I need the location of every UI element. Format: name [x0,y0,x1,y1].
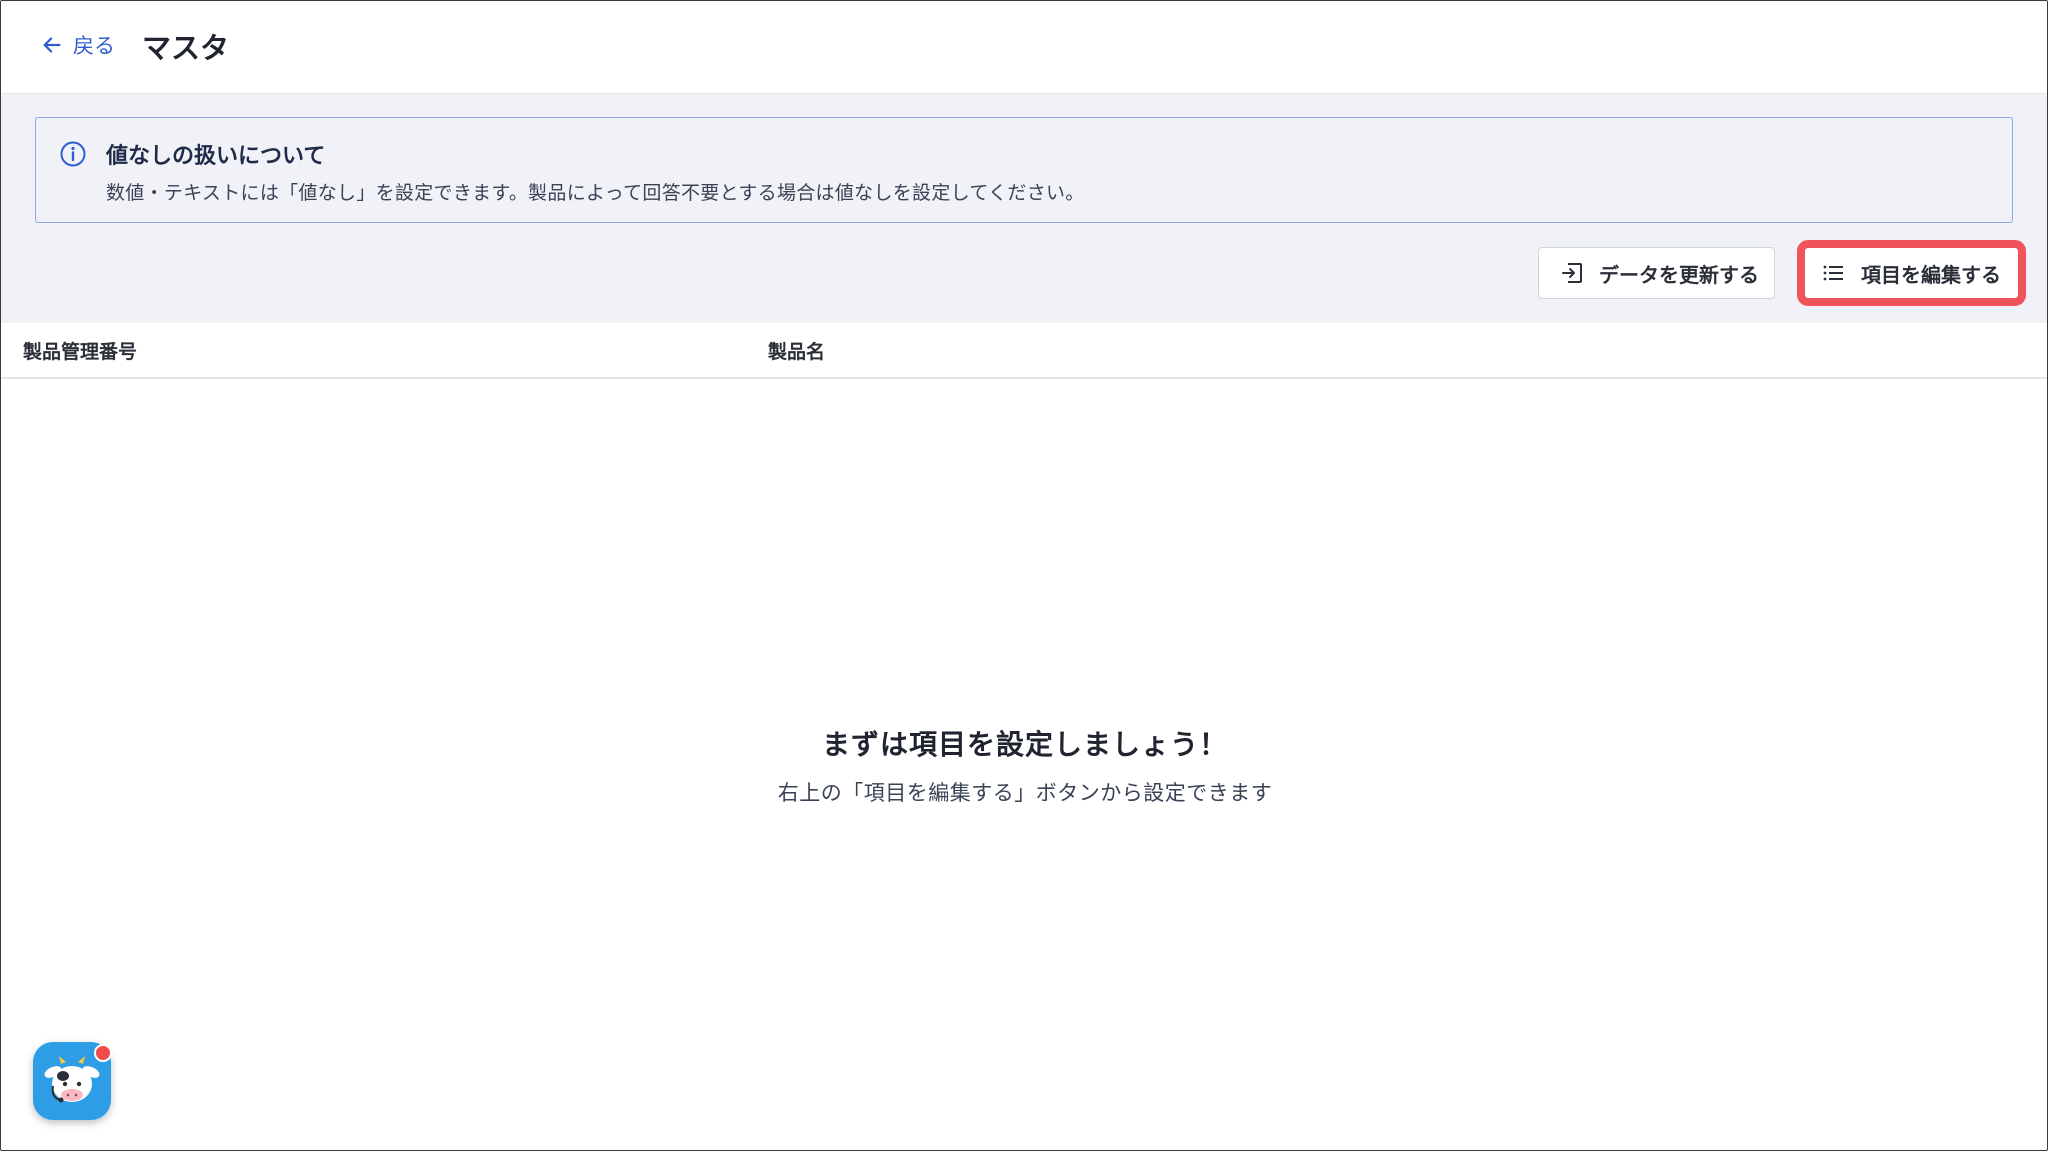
page-header: 戻る マスタ [1,1,2047,94]
empty-state-body: 右上の「項目を編集する」ボタンから設定できます [777,781,1273,805]
cow-mascot-icon [44,1056,100,1103]
edit-items-label: 項目を編集する [1861,262,2001,287]
column-header-product-name[interactable]: 製品名 [768,337,825,364]
update-data-label: データを更新する [1599,262,1759,287]
notification-badge [94,1044,112,1062]
import-icon [1562,263,1582,283]
back-label: 戻る [73,34,115,58]
info-body: 数値・テキストには「値なし」を設定できます。製品によって回答不要とする場合は値な… [106,182,1085,204]
column-header-product-id[interactable]: 製品管理番号 [23,337,137,364]
list-icon [1823,265,1843,281]
arrow-left-icon [43,37,61,53]
back-link[interactable]: 戻る [41,29,115,61]
info-icon [60,141,86,167]
main-content: 値なしの扱いについて 数値・テキストには「値なし」を設定できます。製品によって回… [1,94,2047,323]
info-banner: 値なしの扱いについて 数値・テキストには「値なし」を設定できます。製品によって回… [35,117,2013,223]
info-title: 値なしの扱いについて [106,144,326,169]
app-window: 戻る マスタ 値なしの扱いについて 数値・テキストには「値なし」を設定できます。… [0,0,2048,1151]
empty-state-title: まずは項目を設定しましょう！ [821,728,1228,761]
update-data-button[interactable]: データを更新する [1538,247,1775,299]
table-header: 製品管理番号 製品名 [1,323,2047,379]
edit-items-button[interactable]: 項目を編集する [1797,240,2026,306]
page-title: マスタ [142,31,230,65]
